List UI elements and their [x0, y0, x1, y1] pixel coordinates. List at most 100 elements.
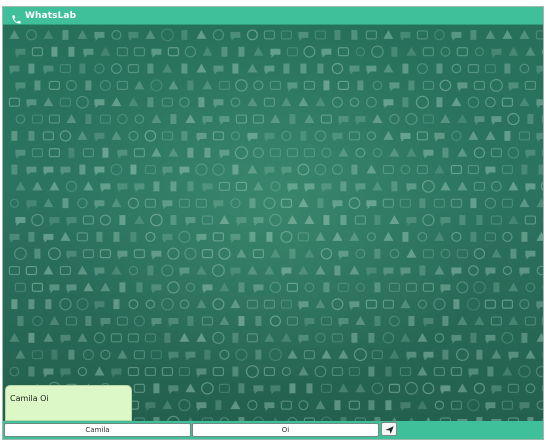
wallpaper-doodle — [202, 80, 213, 90]
wallpaper-doodle — [151, 147, 162, 157]
wallpaper-doodle — [196, 402, 207, 412]
wallpaper-doodle — [402, 97, 409, 108]
wallpaper-doodle — [304, 215, 315, 224]
wallpaper-doodle — [365, 299, 378, 309]
wallpaper-doodle — [337, 282, 350, 292]
wallpaper-doodle — [269, 148, 282, 158]
wallpaper-doodle — [66, 217, 77, 226]
wallpaper-doodle — [519, 299, 530, 310]
wallpaper-doodle — [389, 215, 400, 224]
wallpaper-doodle — [280, 198, 293, 208]
wallpaper-doodle — [170, 181, 177, 192]
wallpaper-doodle — [334, 29, 341, 40]
wallpaper-doodle — [306, 383, 313, 394]
wallpaper-doodle — [485, 267, 496, 277]
wallpaper-doodle — [51, 349, 58, 360]
wallpaper-doodle — [289, 383, 296, 394]
wallpaper-doodle — [417, 231, 428, 242]
send-button[interactable] — [381, 422, 397, 436]
wallpaper-doodle — [320, 316, 333, 326]
wallpaper-doodle — [196, 299, 207, 309]
wallpaper-doodle — [65, 180, 78, 192]
wallpaper-doodle — [151, 48, 162, 58]
wallpaper-doodle — [434, 400, 445, 410]
name-input[interactable] — [4, 423, 191, 437]
wallpaper-doodle — [372, 181, 383, 191]
wallpaper-doodle — [11, 130, 18, 141]
wallpaper-doodle — [145, 29, 156, 39]
wallpaper-doodle — [102, 147, 109, 158]
wallpaper-doodle — [218, 80, 231, 90]
wallpaper-doodle — [281, 332, 292, 342]
wallpaper-doodle — [315, 332, 326, 344]
wallpaper-doodle — [178, 230, 191, 243]
wallpaper-doodle — [368, 332, 375, 343]
wallpaper-doodle — [94, 166, 105, 176]
wallpaper-doodle — [151, 284, 162, 294]
wallpaper-doodle — [43, 97, 54, 107]
wallpaper-doodle — [501, 97, 514, 107]
wallpaper-doodle — [439, 79, 452, 92]
wallpaper-doodle — [94, 366, 105, 376]
wallpaper-doodle — [315, 231, 326, 241]
wallpaper-doodle — [213, 65, 224, 75]
wallpaper-doodle — [417, 400, 428, 410]
wallpaper-doodle — [317, 198, 324, 209]
wallpaper-doodle — [406, 46, 417, 56]
wallpaper-doodle — [178, 366, 191, 377]
wallpaper-doodle — [519, 198, 530, 208]
wallpaper-doodle — [525, 349, 536, 359]
wallpaper-doodle — [372, 147, 383, 158]
wallpaper-doodle — [150, 213, 163, 227]
wallpaper-doodle — [270, 48, 281, 58]
composer-bar — [3, 421, 543, 439]
wallpaper-doodle — [383, 267, 394, 277]
wallpaper-doodle — [62, 29, 69, 40]
wallpaper-doodle — [281, 166, 292, 176]
wallpaper-doodle — [355, 316, 366, 325]
wallpaper-doodle — [196, 29, 207, 39]
wallpaper-doodle — [527, 114, 534, 124]
wallpaper-doodle — [117, 349, 128, 359]
wallpaper-doodle — [66, 114, 77, 124]
wallpaper-doodle — [195, 163, 208, 176]
wallpaper-doodle — [215, 400, 222, 411]
wallpaper-doodle — [321, 147, 332, 158]
wallpaper-doodle — [253, 181, 264, 191]
wallpaper-doodle — [456, 47, 469, 57]
message-input[interactable] — [192, 423, 379, 437]
wallpaper-doodle — [111, 265, 122, 275]
wallpaper-doodle — [508, 82, 519, 92]
wallpaper-doodle — [451, 63, 462, 74]
wallpaper-doodle — [280, 400, 293, 410]
wallpaper-doodle — [187, 316, 194, 326]
wallpaper-doodle — [49, 217, 60, 226]
wallpaper-doodle — [127, 366, 140, 377]
wallpaper-doodle — [181, 63, 188, 74]
wallpaper-doodle — [99, 214, 111, 226]
wallpaper-doodle — [484, 64, 497, 74]
wallpaper-doodle — [400, 164, 411, 175]
wallpaper-doodle — [8, 265, 21, 276]
wallpaper-doodle — [331, 298, 344, 311]
wallpaper-doodle — [31, 350, 44, 360]
wallpaper-doodle — [315, 299, 326, 309]
wallpaper-doodle — [473, 147, 486, 159]
wallpaper-doodle — [508, 282, 519, 292]
wallpaper-doodle — [264, 332, 275, 342]
wallpaper-doodle — [408, 80, 415, 91]
wallpaper-doodle — [297, 232, 310, 242]
wallpaper-doodle — [521, 332, 528, 343]
wallpaper-doodle — [408, 316, 415, 326]
wallpaper-doodle — [524, 316, 537, 326]
wallpaper-doodle — [419, 198, 426, 209]
wallpaper-doodle — [28, 231, 35, 242]
wallpaper-doodle — [314, 30, 327, 40]
wallpaper-doodle — [167, 247, 180, 260]
wallpaper-doodle — [355, 147, 366, 158]
wallpaper-doodle — [32, 181, 43, 191]
wallpaper-doodle — [473, 80, 486, 90]
wallpaper-doodle — [247, 97, 258, 107]
wallpaper-doodle — [281, 267, 292, 277]
wallpaper-doodle — [9, 366, 20, 377]
